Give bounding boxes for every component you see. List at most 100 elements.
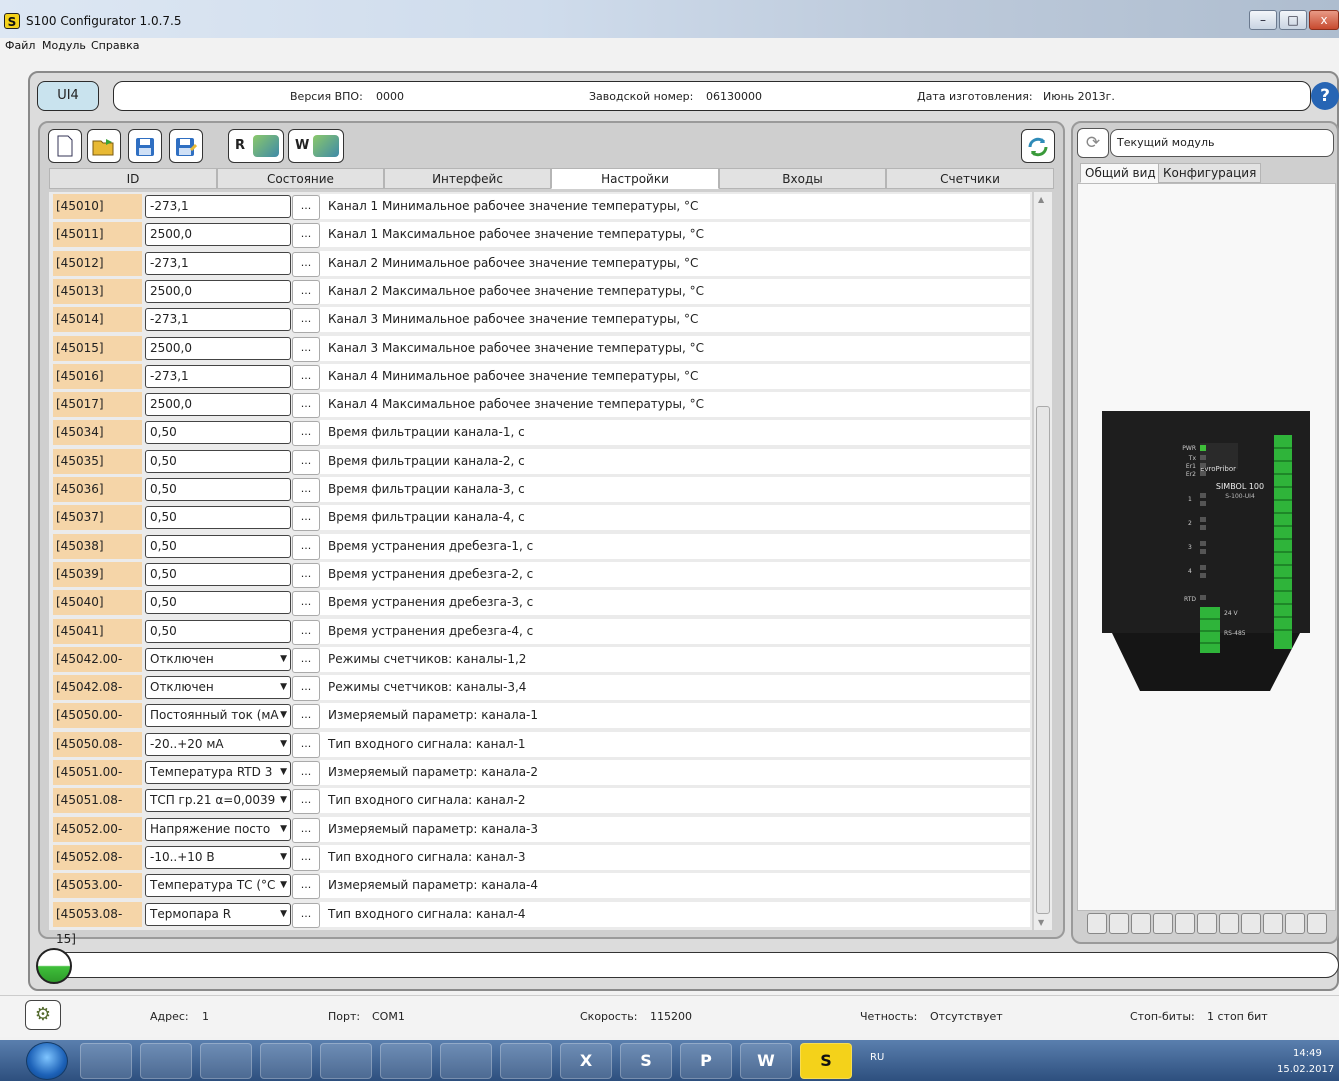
- edit-details-button[interactable]: ...: [292, 817, 320, 843]
- taskbar-app-7[interactable]: [440, 1043, 492, 1079]
- tab-interface[interactable]: Интерфейс: [384, 168, 551, 189]
- edit-details-button[interactable]: ...: [292, 874, 320, 900]
- edit-details-button[interactable]: ...: [292, 761, 320, 786]
- value-select[interactable]: Температура ТС (°C ▼: [145, 874, 291, 898]
- value-input[interactable]: 0,50: [145, 619, 291, 643]
- value-input[interactable]: -273,1: [145, 364, 291, 388]
- minimize-button[interactable]: –: [1249, 10, 1277, 30]
- dropdown-arrow-icon[interactable]: ▼: [280, 819, 287, 840]
- value-select[interactable]: Отключен ▼: [145, 676, 291, 700]
- value-input[interactable]: 0,50: [145, 534, 291, 558]
- save-as-button[interactable]: [169, 129, 203, 163]
- start-button[interactable]: [26, 1042, 68, 1080]
- edit-details-button[interactable]: ...: [292, 478, 320, 503]
- value-select[interactable]: Напряжение посто ▼: [145, 817, 291, 841]
- taskbar-save-app[interactable]: [140, 1043, 192, 1079]
- menu-module[interactable]: Модуль: [42, 39, 86, 52]
- dropdown-arrow-icon[interactable]: ▼: [280, 677, 287, 698]
- edit-details-button[interactable]: ...: [292, 789, 320, 815]
- tab-configuration[interactable]: Конфигурация: [1158, 163, 1262, 183]
- value-input[interactable]: 2500,0: [145, 336, 291, 360]
- edit-details-button[interactable]: ...: [292, 704, 320, 730]
- edit-details-button[interactable]: ...: [292, 421, 320, 447]
- edit-details-button[interactable]: ...: [292, 506, 320, 532]
- value-input[interactable]: 2500,0: [145, 223, 291, 247]
- tray-language[interactable]: RU: [870, 1052, 884, 1063]
- clock-date[interactable]: 15.02.2017: [1277, 1064, 1334, 1075]
- value-select[interactable]: Отключен ▼: [145, 647, 291, 671]
- taskbar-explorer[interactable]: [260, 1043, 312, 1079]
- value-input[interactable]: 0,50: [145, 506, 291, 530]
- edit-details-button[interactable]: ...: [292, 195, 320, 220]
- menu-file[interactable]: Файл: [5, 39, 35, 52]
- write-device-button[interactable]: W: [288, 129, 344, 163]
- value-input[interactable]: 0,50: [145, 591, 291, 615]
- tab-state[interactable]: Состояние: [217, 168, 384, 189]
- save-button[interactable]: [128, 129, 162, 163]
- value-select[interactable]: Температура RTD 3 ▼: [145, 761, 291, 784]
- value-select[interactable]: Постоянный ток (мА ▼: [145, 704, 291, 728]
- maximize-button[interactable]: □: [1279, 10, 1307, 30]
- dropdown-arrow-icon[interactable]: ▼: [280, 790, 287, 811]
- taskbar-word[interactable]: W: [740, 1043, 792, 1079]
- value-select[interactable]: ТСП гр.21 α=0,0039 ▼: [145, 789, 291, 813]
- edit-details-button[interactable]: ...: [292, 364, 320, 390]
- close-button[interactable]: x: [1309, 10, 1339, 30]
- edit-details-button[interactable]: ...: [292, 676, 320, 702]
- edit-details-button[interactable]: ...: [292, 223, 320, 249]
- dropdown-arrow-icon[interactable]: ▼: [280, 762, 287, 783]
- value-input[interactable]: 0,50: [145, 421, 291, 445]
- edit-details-button[interactable]: ...: [292, 647, 320, 673]
- taskbar-powerpoint[interactable]: P: [680, 1043, 732, 1079]
- value-input[interactable]: 2500,0: [145, 279, 291, 303]
- dropdown-arrow-icon[interactable]: ▼: [280, 649, 287, 670]
- value-input[interactable]: -273,1: [145, 251, 291, 275]
- edit-details-button[interactable]: ...: [292, 562, 320, 588]
- scroll-up-icon[interactable]: ▲: [1038, 195, 1044, 204]
- edit-details-button[interactable]: ...: [292, 336, 320, 362]
- refresh-module-button[interactable]: ⟳: [1077, 128, 1109, 158]
- edit-details-button[interactable]: ...: [292, 393, 320, 419]
- tab-settings[interactable]: Настройки: [551, 168, 719, 189]
- value-input[interactable]: 0,50: [145, 449, 291, 473]
- taskbar-s100-configurator[interactable]: S: [800, 1043, 852, 1079]
- value-input[interactable]: -273,1: [145, 195, 291, 218]
- menu-help[interactable]: Справка: [91, 39, 139, 52]
- read-device-button[interactable]: R: [228, 129, 284, 163]
- connection-settings-button[interactable]: ⚙: [25, 1000, 61, 1030]
- edit-details-button[interactable]: ...: [292, 449, 320, 475]
- connect-button[interactable]: [1021, 129, 1055, 163]
- edit-details-button[interactable]: ...: [292, 619, 320, 645]
- tab-id[interactable]: ID: [49, 168, 217, 189]
- edit-details-button[interactable]: ...: [292, 902, 320, 928]
- scroll-down-icon[interactable]: ▼: [1038, 918, 1044, 927]
- value-select[interactable]: -10..+10 В ▼: [145, 845, 291, 869]
- edit-details-button[interactable]: ...: [292, 251, 320, 277]
- dropdown-arrow-icon[interactable]: ▼: [280, 904, 287, 925]
- value-select[interactable]: Термопара R ▼: [145, 902, 291, 926]
- tab-overview[interactable]: Общий вид: [1080, 163, 1161, 183]
- edit-details-button[interactable]: ...: [292, 732, 320, 758]
- taskbar-app-8[interactable]: [500, 1043, 552, 1079]
- dropdown-arrow-icon[interactable]: ▼: [280, 847, 287, 868]
- edit-details-button[interactable]: ...: [292, 308, 320, 334]
- taskbar-app-6[interactable]: [380, 1043, 432, 1079]
- value-input[interactable]: 2500,0: [145, 393, 291, 417]
- value-input[interactable]: -273,1: [145, 308, 291, 332]
- taskbar-browser[interactable]: [80, 1043, 132, 1079]
- edit-details-button[interactable]: ...: [292, 534, 320, 560]
- edit-details-button[interactable]: ...: [292, 845, 320, 871]
- scroll-thumb[interactable]: [1036, 406, 1050, 914]
- dropdown-arrow-icon[interactable]: ▼: [280, 705, 287, 726]
- dropdown-arrow-icon[interactable]: ▼: [280, 734, 287, 755]
- value-input[interactable]: 0,50: [145, 562, 291, 586]
- dropdown-arrow-icon[interactable]: ▼: [280, 875, 287, 896]
- edit-details-button[interactable]: ...: [292, 279, 320, 305]
- value-select[interactable]: -20..+20 мА ▼: [145, 732, 291, 756]
- taskbar-opera[interactable]: [200, 1043, 252, 1079]
- tab-inputs[interactable]: Входы: [719, 168, 886, 189]
- new-file-button[interactable]: [48, 129, 82, 163]
- help-icon[interactable]: ?: [1311, 82, 1339, 110]
- open-file-button[interactable]: [87, 129, 121, 163]
- edit-details-button[interactable]: ...: [292, 591, 320, 617]
